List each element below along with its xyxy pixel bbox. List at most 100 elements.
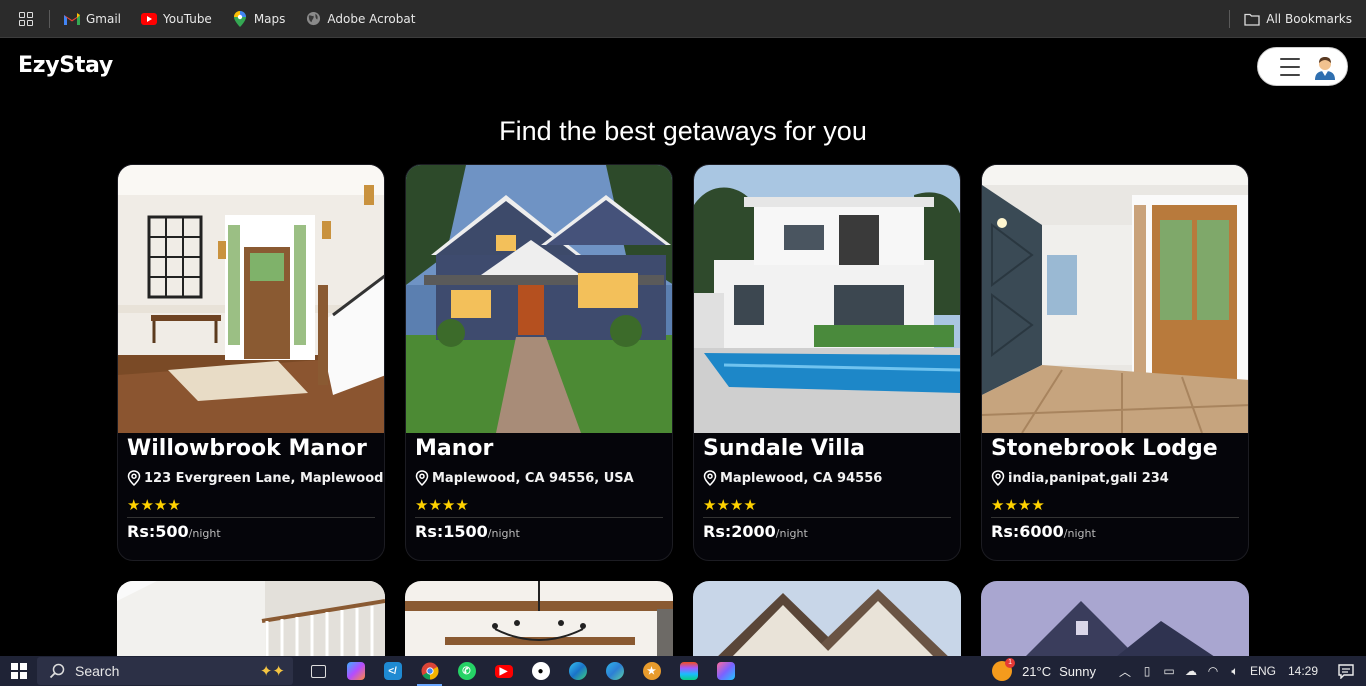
taskbar-search[interactable]: Search ✦✦ (37, 657, 293, 685)
listing-title: Stonebrook Lodge (991, 436, 1218, 461)
rating-stars: ★★★★ (127, 496, 181, 514)
user-menu-button[interactable] (1257, 47, 1348, 86)
price-value: Rs:1500 (415, 522, 488, 541)
listing-title: Sundale Villa (703, 436, 865, 461)
figma-icon[interactable] (670, 656, 707, 686)
search-icon (49, 663, 65, 679)
rating-stars: ★★★★ (991, 496, 1045, 514)
listing-photo (694, 165, 960, 433)
copilot-icon[interactable] (337, 656, 374, 686)
listing-location-text: 123 Evergreen Lane, Maplewood (144, 470, 384, 486)
listing-card-partial[interactable] (693, 581, 961, 661)
price-unit: /night (1063, 527, 1096, 540)
listing-photo (405, 581, 673, 661)
site-logo[interactable]: EzyStay (18, 53, 113, 78)
listing-photo (981, 581, 1249, 661)
card-divider (415, 517, 663, 518)
battery-icon[interactable]: ▭ (1158, 656, 1180, 686)
bookmark-gmail[interactable]: Gmail (64, 11, 121, 27)
all-bookmarks-label: All Bookmarks (1266, 12, 1352, 26)
all-bookmarks[interactable]: All Bookmarks (1229, 0, 1352, 38)
price-value: Rs:6000 (991, 522, 1064, 541)
language-indicator[interactable]: ENG (1246, 656, 1280, 686)
listing-card[interactable]: Manor Maplewood, CA 94556, USA ★★★★ Rs:1… (405, 164, 673, 561)
bookmark-label: Gmail (86, 11, 122, 26)
gmail-icon (64, 11, 80, 27)
listing-photo (693, 581, 961, 661)
avatar (1315, 56, 1335, 80)
wifi-icon[interactable]: ◠ (1202, 656, 1224, 686)
github-icon[interactable]: ● (522, 656, 559, 686)
whatsapp-icon[interactable]: ✆ (448, 656, 485, 686)
location-pin-icon (415, 470, 429, 486)
globe-icon (305, 11, 321, 27)
edge-beta-icon[interactable] (596, 656, 633, 686)
notifications-icon[interactable] (1326, 656, 1366, 686)
youtube-icon (141, 11, 158, 27)
weather-condition: Sunny (1059, 663, 1096, 679)
location-pin-icon (703, 470, 717, 486)
sun-icon: 1 (992, 658, 1016, 681)
weather-temp: 21°C (1022, 663, 1052, 679)
price-unit: /night (487, 527, 520, 540)
windows-taskbar: Search ✦✦ </ ✆ ▶ ● ★ 1 21°C Sunny ︿ ▯ ▭ … (0, 656, 1366, 686)
bookmarks-bar: Gmail YouTube Maps Adobe Acrobat All Boo… (0, 0, 1366, 38)
task-view-icon[interactable] (300, 656, 337, 686)
listing-card[interactable]: Sundale Villa Maplewood, CA 94556 ★★★★ R… (693, 164, 961, 561)
listing-photo (406, 165, 672, 433)
listing-price: Rs:1500/night (415, 522, 520, 541)
price-value: Rs:2000 (703, 522, 776, 541)
bookmark-separator (1229, 10, 1231, 28)
page-heading: Find the best getaways for you (499, 116, 867, 146)
clock[interactable]: 14:29 (1280, 656, 1326, 686)
volume-icon[interactable]: 🔈︎ (1224, 656, 1246, 686)
listing-card-partial[interactable] (405, 581, 673, 661)
apps-grid-icon[interactable] (19, 11, 33, 26)
bookmark-adobe-acrobat[interactable]: Adobe Acrobat (305, 11, 415, 27)
listing-location: india,panipat,gali 234 (991, 470, 1169, 486)
navbar: EzyStay (0, 39, 1366, 99)
listing-location-text: india,panipat,gali 234 (1008, 470, 1169, 486)
youtube-icon[interactable]: ▶ (485, 656, 522, 686)
vscode-icon[interactable]: </ (374, 656, 411, 686)
card-divider (703, 517, 951, 518)
edge-icon[interactable] (559, 656, 596, 686)
listing-location-text: Maplewood, CA 94556, USA (432, 470, 634, 486)
maps-icon (232, 10, 248, 27)
notification-badge: 1 (1005, 658, 1016, 668)
listing-photo (982, 165, 1248, 433)
listing-price: Rs:2000/night (703, 522, 808, 541)
search-label: Search (75, 663, 120, 679)
listing-price: Rs:500/night (127, 522, 221, 541)
onedrive-icon[interactable]: ☁ (1180, 656, 1202, 686)
system-tray: 1 21°C Sunny ︿ ▯ ▭ ☁ ◠ 🔈︎ ENG 14:29 (992, 656, 1366, 686)
listing-title: Willowbrook Manor (127, 436, 367, 461)
listing-location-text: Maplewood, CA 94556 (720, 470, 883, 486)
listing-photo (118, 165, 384, 433)
folder-icon (1244, 11, 1260, 27)
rating-stars: ★★★★ (415, 496, 469, 514)
hamburger-menu-icon (1280, 57, 1300, 76)
bookmark-maps[interactable]: Maps (232, 10, 286, 27)
copilot-app-icon[interactable] (707, 656, 744, 686)
chrome-icon[interactable] (411, 656, 448, 686)
chevron-up-icon[interactable]: ︿ (1114, 656, 1136, 686)
bookmark-label: YouTube (163, 11, 212, 26)
bookmark-youtube[interactable]: YouTube (141, 11, 212, 27)
listing-card[interactable]: Willowbrook Manor 123 Evergreen Lane, Ma… (117, 164, 385, 561)
bookmark-label: Maps (253, 11, 286, 26)
price-unit: /night (188, 527, 221, 540)
bookmark-label: Adobe Acrobat (327, 11, 416, 26)
weather-widget[interactable]: 1 21°C Sunny (992, 658, 1096, 681)
listing-card-partial[interactable] (117, 581, 385, 661)
price-value: Rs:500 (127, 522, 189, 541)
card-divider (127, 517, 375, 518)
badge-app-icon[interactable]: ★ (633, 656, 670, 686)
listing-photo (117, 581, 385, 661)
card-divider (991, 517, 1239, 518)
phone-link-icon[interactable]: ▯ (1136, 656, 1158, 686)
windows-start-icon[interactable] (11, 663, 27, 679)
listing-card[interactable]: Stonebrook Lodge india,panipat,gali 234 … (981, 164, 1249, 561)
listing-card-partial[interactable] (981, 581, 1249, 661)
listing-location: 123 Evergreen Lane, Maplewood (127, 470, 383, 486)
